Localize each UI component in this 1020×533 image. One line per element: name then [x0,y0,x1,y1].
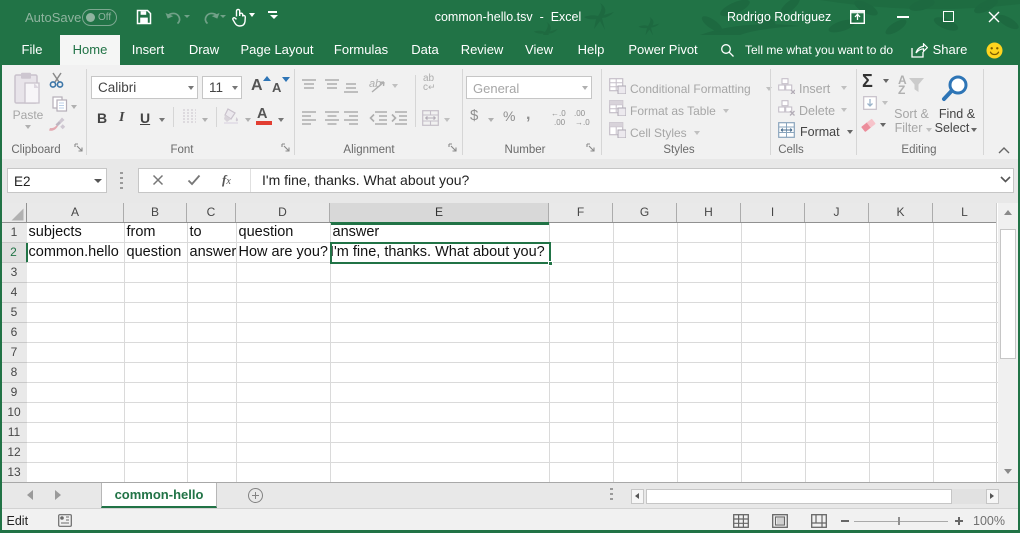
svg-text:ab: ab [369,78,381,90]
